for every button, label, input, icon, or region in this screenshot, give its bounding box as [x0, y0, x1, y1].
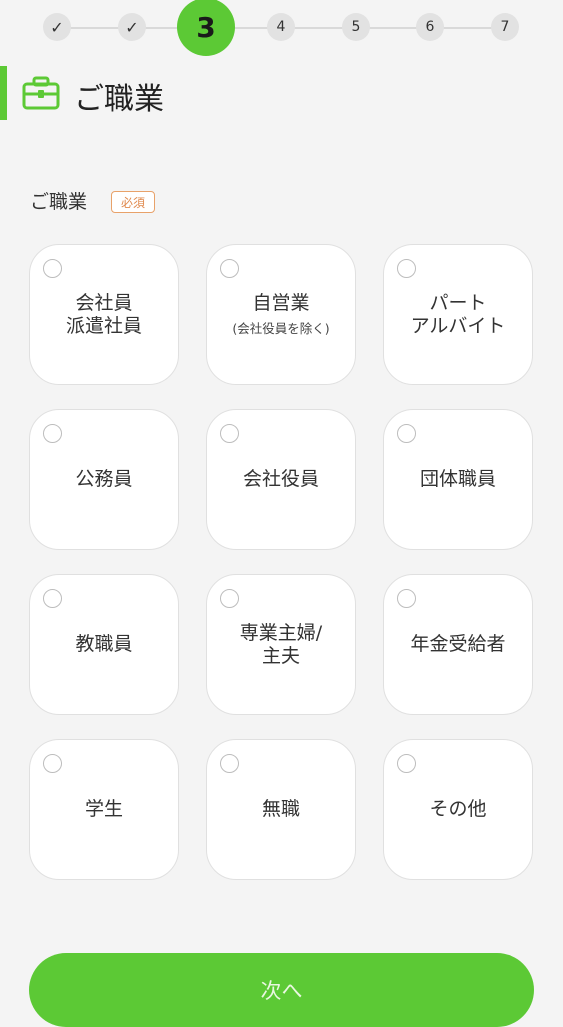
option-label: 会社員 派遣社員	[65, 291, 142, 337]
progress-stepper: ✓ ✓ 3 4 5 6 7	[0, 0, 563, 56]
radio-icon[interactable]	[397, 589, 416, 608]
step-5: 5	[342, 13, 370, 41]
option-company-executive[interactable]: 会社役員	[206, 409, 356, 550]
radio-icon[interactable]	[220, 424, 239, 443]
option-homemaker[interactable]: 専業主婦/ 主夫	[206, 574, 356, 715]
radio-icon[interactable]	[43, 589, 62, 608]
option-label: 団体職員	[419, 468, 496, 490]
option-company-employee[interactable]: 会社員 派遣社員	[29, 244, 179, 385]
step-3-current: 3	[177, 0, 235, 56]
option-label: 年金受給者	[410, 633, 506, 655]
occupation-field-label: ご職業	[30, 191, 88, 213]
page-title: ご職業	[74, 82, 164, 117]
page-header: ご職業	[0, 66, 563, 122]
option-label: パート アルバイト	[410, 291, 506, 337]
required-badge: 必須	[111, 191, 155, 213]
option-student[interactable]: 学生	[29, 739, 179, 880]
step-4: 4	[267, 13, 295, 41]
option-pensioner[interactable]: 年金受給者	[383, 574, 533, 715]
option-label: 会社役員	[242, 468, 319, 490]
option-label: 無職	[261, 798, 300, 820]
option-other[interactable]: その他	[383, 739, 533, 880]
option-self-employed[interactable]: 自営業 (会社役員を除く)	[206, 244, 356, 385]
step-1-completed: ✓	[43, 13, 71, 41]
radio-icon[interactable]	[43, 754, 62, 773]
radio-icon[interactable]	[397, 259, 416, 278]
option-unemployed[interactable]: 無職	[206, 739, 356, 880]
option-part-time[interactable]: パート アルバイト	[383, 244, 533, 385]
option-label: 教職員	[75, 633, 133, 655]
radio-icon[interactable]	[43, 424, 62, 443]
radio-icon[interactable]	[220, 754, 239, 773]
step-6: 6	[416, 13, 444, 41]
next-button[interactable]: 次へ	[29, 953, 534, 1027]
option-label: 公務員	[75, 468, 133, 490]
option-label: その他	[429, 798, 487, 820]
briefcase-icon	[22, 76, 60, 110]
option-label: 学生	[84, 798, 123, 820]
step-7: 7	[491, 13, 519, 41]
radio-icon[interactable]	[397, 424, 416, 443]
option-sublabel: (会社役員を除く)	[232, 321, 330, 336]
option-label: 自営業	[252, 292, 310, 314]
radio-icon[interactable]	[43, 259, 62, 278]
option-label: 専業主婦/ 主夫	[239, 621, 323, 667]
option-organization-staff[interactable]: 団体職員	[383, 409, 533, 550]
radio-icon[interactable]	[397, 754, 416, 773]
radio-icon[interactable]	[220, 589, 239, 608]
option-teacher[interactable]: 教職員	[29, 574, 179, 715]
radio-icon[interactable]	[220, 259, 239, 278]
option-public-servant[interactable]: 公務員	[29, 409, 179, 550]
step-2-completed: ✓	[118, 13, 146, 41]
title-accent-bar	[0, 66, 7, 120]
